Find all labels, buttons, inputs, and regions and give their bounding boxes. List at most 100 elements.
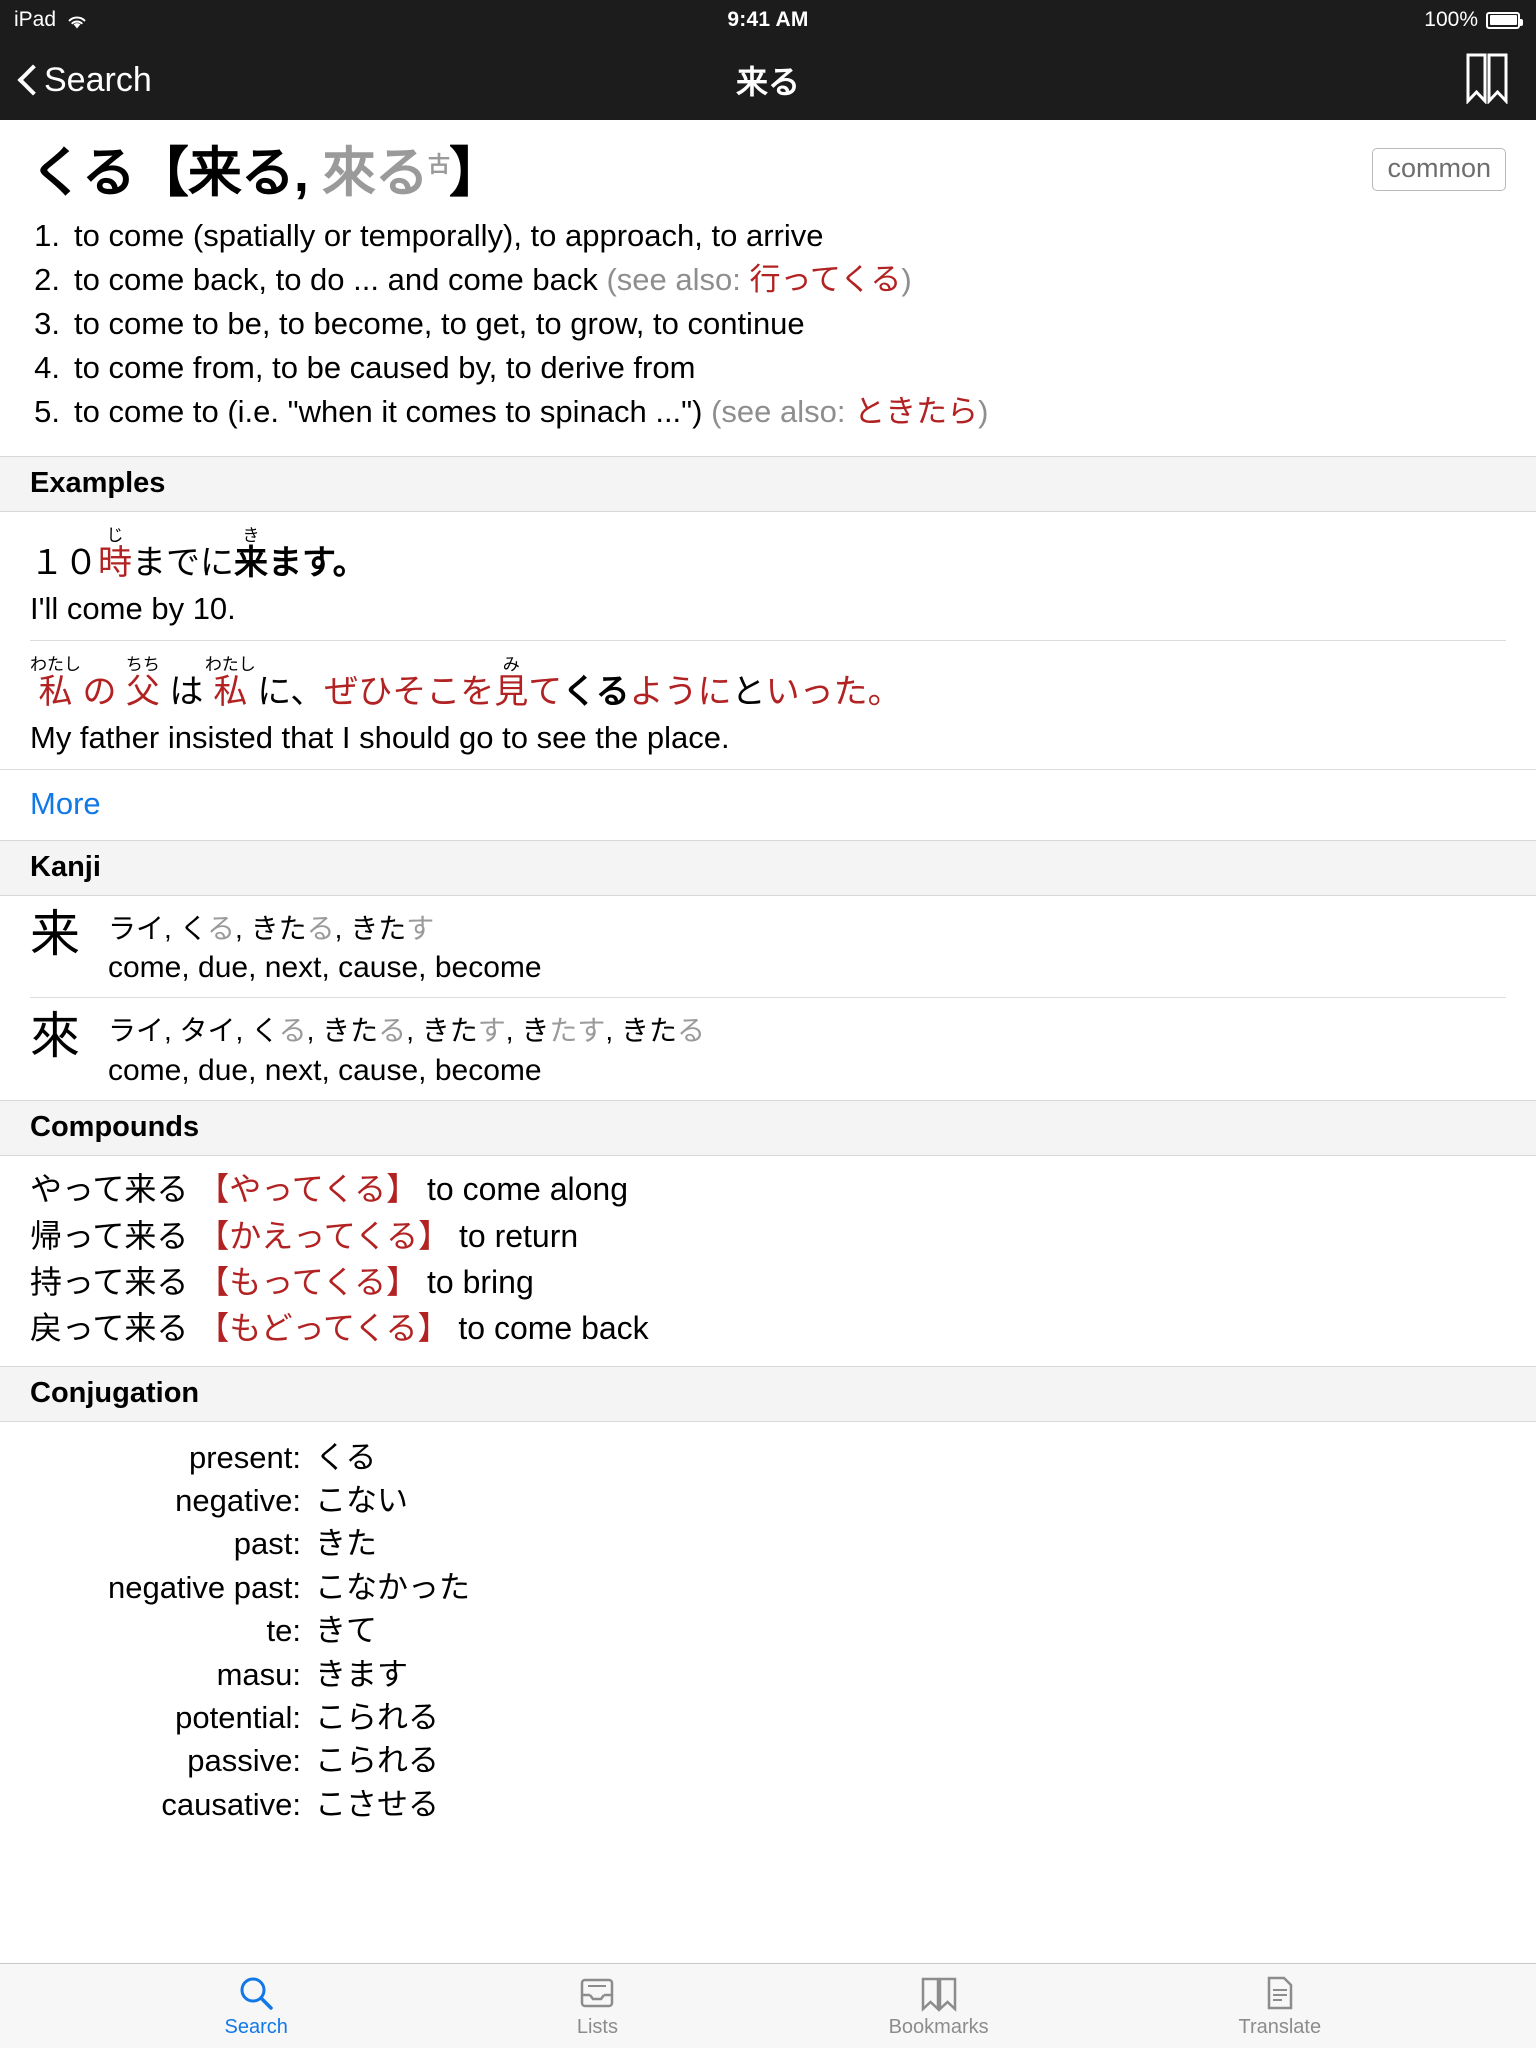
kanji-reading-part: る [378,1015,407,1047]
kanji-reading-part: きた [322,1015,379,1047]
tab-bookmarks[interactable]: Bookmarks [854,1964,1024,2048]
headword-kanji-primary: 来る [187,143,295,203]
section-header-examples: Examples [0,456,1536,513]
sense-number: 3. [34,306,60,342]
conjugation-label: causative: [161,1786,301,1822]
more-link[interactable]: More [30,786,101,821]
sense-text: to come to be, to become, to get, to gro… [74,306,805,342]
compound-item[interactable]: やって来る 【やってくる】 to come along [30,1166,1506,1212]
conjugation-value: きた [315,1526,377,1562]
kanji-reading-part: る [676,1015,705,1047]
conjugation-value: こられる [315,1700,439,1736]
sense-text: to come from, to be caused by, to derive… [74,350,696,386]
example-segment: の [73,672,126,711]
sense-xref-link[interactable]: 行ってくる [749,262,901,297]
tab-bar: Search Lists Bookmarks Translate [0,1963,1536,2048]
kanji-reading-part: く [251,1015,279,1047]
conjugation-row: passive: こられる [30,1739,1506,1782]
kanji-reading-part: , [334,912,351,944]
compound-item[interactable]: 戻って来る 【もどってくる】 to come back [30,1305,1506,1351]
example-segment: ぜひそこを [324,672,495,711]
compound-item[interactable]: 持って来る 【もってくる】 to bring [30,1259,1506,1305]
conjugation-label: passive: [187,1743,301,1779]
tab-search[interactable]: Search [171,1964,341,2048]
kanji-reading-part: す [477,1015,506,1047]
kanji-row[interactable]: 來ライ, タイ, くる, きたる, きたす, きたす, きたる come, due… [30,998,1506,1100]
furigana: わたし [30,654,81,674]
example-segment: と [731,672,766,711]
conjugation-row: potential: こられる [30,1696,1506,1739]
tab-translate[interactable]: Translate [1195,1964,1365,2048]
compound-item[interactable]: 帰って来る 【かえってくる】 to return [30,1213,1506,1259]
sense-item: 2. to come back, to do ... and come back … [30,258,1506,302]
sense-xref-label: (see also: [711,394,855,430]
kanji-reading-part: き [521,1015,550,1047]
conjugation-value: こない [315,1483,408,1519]
compound-reading: 【もってくる】 [197,1263,419,1300]
kanji-meanings: come, due, next, cause, become [108,951,542,985]
kanji-reading-part: , [605,1015,621,1047]
kanji-reading-part: る [306,912,335,944]
sense-xref-link[interactable]: ときたら [854,394,978,429]
compound-reading: 【やってくる】 [197,1171,419,1208]
sense-text: to come (spatially or temporally), to ap… [74,218,824,254]
conjugation-value: きます [315,1656,408,1692]
bookmark-button[interactable] [1464,52,1510,109]
compound-word: やって来る [30,1171,198,1208]
tab-bar-spacer-left [0,1964,171,2048]
conjugation-value: きて [315,1613,377,1649]
conjugation-label: negative: [175,1483,301,1519]
conjugation-label: past: [233,1526,301,1562]
sense-xref-label: (see also: [606,262,750,298]
more-row: More [0,768,1536,840]
kanji-reading-part: たす [549,1015,606,1047]
kanji-glyph[interactable]: 来 [30,906,108,964]
tab-bar-spacer-2 [682,1964,853,2048]
navigation-bar: Search 来る [0,40,1536,120]
kanji-reading-part: ライ, タイ, [108,1015,252,1047]
example-segment: までに [132,544,234,583]
compound-meaning: to come along [418,1171,629,1208]
tab-lists[interactable]: Lists [512,1964,682,2048]
kanji-list: 来ライ, くる, きたる, きたす come, due, next, cause,… [0,896,1536,1101]
kanji-body: ライ, タイ, くる, きたる, きたす, きたす, きたる come, due,… [108,1008,1506,1088]
kanji-body: ライ, くる, きたる, きたす come, due, next, cause, … [108,906,1506,986]
tab-search-label: Search [224,2016,288,2038]
status-bar: iPad 9:41 AM 100% [0,0,1536,40]
kanji-reading-part: , [406,1015,422,1047]
conjugation-row: te: きて [30,1609,1506,1652]
example-segment: て [528,672,563,711]
conjugation-row: masu: きます [30,1653,1506,1696]
kanji-row[interactable]: 来ライ, くる, きたる, きたす come, due, next, cause,… [30,896,1506,999]
kanji-reading-part: ライ, [108,912,180,944]
section-header-kanji: Kanji [0,839,1536,896]
kanji-reading-part: る [207,912,236,944]
kanji-reading-part: , [235,912,251,944]
kanji-glyph[interactable]: 來 [30,1008,108,1066]
sense-number: 5. [34,394,60,430]
tab-bookmarks-label: Bookmarks [888,2016,989,2038]
kanji-reading-part: きた [421,1015,478,1047]
example-item[interactable]: １０時じまでに来きます。 I'll come by 10. [30,512,1506,641]
furigana: わたし [204,654,256,674]
status-badge: common [1372,148,1506,191]
headword-kanji-alt: 來る [321,143,429,203]
battery-full-icon [1486,11,1523,29]
headword: くる【来る, 來る古】 [30,142,1506,204]
kanji-reading-part: , [306,1015,323,1047]
conjugation-value: こられる [315,1743,439,1779]
furigana: ちち [125,654,160,674]
conjugation-value: こなかった [315,1569,470,1605]
example-segment: 私わたし [30,654,81,711]
sense-number: 4. [34,350,60,386]
compound-reading: 【もどってくる】 [197,1310,450,1347]
conjugation-row: past: きた [30,1522,1506,1565]
kanji-meanings: come, due, next, cause, become [108,1054,542,1088]
entry-content[interactable]: くる【来る, 來る古】 common 1. to come (spatially … [0,120,1536,2048]
sense-item: 5. to come to (i.e. "when it comes to spi… [30,390,1506,434]
conjugation-label: present: [188,1439,301,1475]
conjugation-label: te: [266,1613,301,1649]
example-item[interactable]: 私わたし の 父ちち は 私わたし に、ぜひそこを見みてくるようにといった。 My… [30,641,1506,769]
conjugation-row: negative past: こなかった [30,1566,1506,1609]
furigana: み [494,654,529,674]
